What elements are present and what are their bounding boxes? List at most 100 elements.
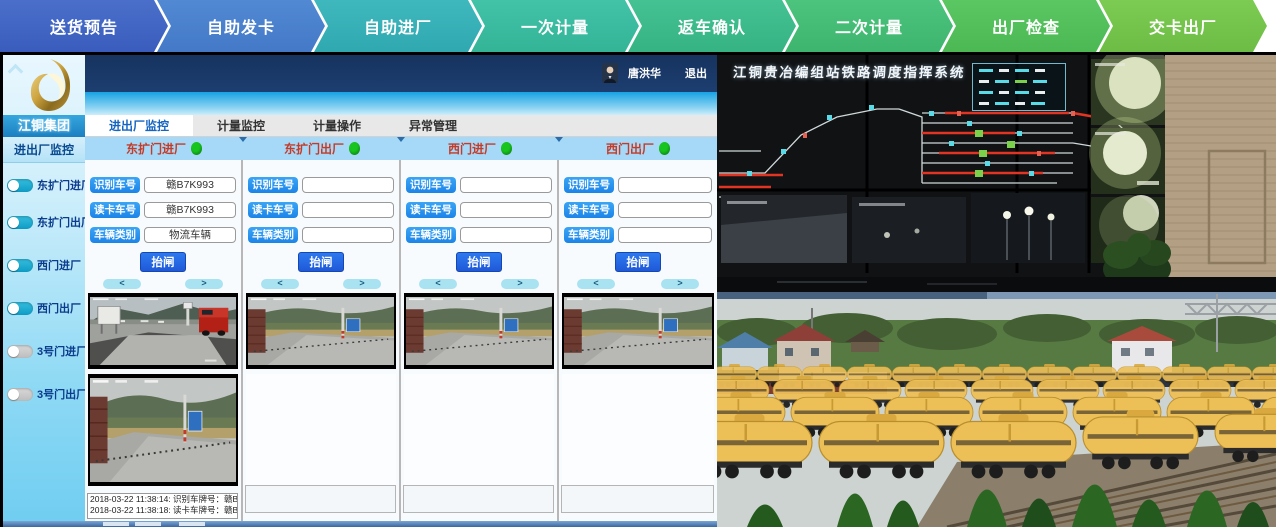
sidebar-item-east-ext-in: 东扩门进厂 [7, 175, 85, 195]
prev-button[interactable]: < [419, 279, 457, 289]
recognized-plate-input[interactable] [460, 177, 552, 193]
company-name: 江铜集团 [3, 115, 85, 137]
field-row: 车辆类别 [406, 227, 552, 243]
user-box: 唐洪华 退出 [602, 62, 707, 84]
vehicle-type-label[interactable]: 车辆类别 [406, 227, 456, 243]
field-row: 读卡车号 赣B7K993 [90, 202, 236, 218]
status-indicator [501, 142, 512, 155]
gate-label: 东扩门进厂 [37, 177, 92, 193]
prev-button[interactable]: < [103, 279, 141, 289]
sidebar-item-gate3-in: 3号门进厂 [7, 341, 85, 361]
prev-button[interactable]: < [577, 279, 615, 289]
toggle-switch[interactable] [7, 216, 33, 229]
camera-feed-truck[interactable] [88, 293, 238, 369]
event-log [561, 485, 714, 513]
log-line: 2018-03-22 11:38:18: 读卡车牌号：赣B7K993 [90, 505, 237, 516]
column-title-text: 西门进厂 [448, 140, 496, 157]
process-step-7: 出厂检查 [942, 0, 1110, 52]
field-row: 车辆类别 物流车辆 [90, 227, 236, 243]
camera-nav: < > [401, 279, 557, 289]
recognized-plate-input[interactable]: 赣B7K993 [144, 177, 236, 193]
camera-feed-gate[interactable] [246, 293, 396, 369]
camera-feed-gate[interactable] [404, 293, 554, 369]
taskbar-item[interactable] [103, 522, 129, 526]
next-button[interactable]: > [501, 279, 539, 289]
toggle-switch[interactable] [7, 388, 33, 401]
vehicle-type-input[interactable] [302, 227, 394, 243]
empty-feed-slot [562, 374, 714, 486]
taskbar-strip [3, 521, 717, 527]
column-title: 东扩门进厂 [85, 137, 243, 160]
toggle-switch[interactable] [7, 345, 33, 358]
taskbar-item[interactable] [135, 522, 161, 526]
toggle-switch[interactable] [7, 259, 33, 272]
camera-feed-gate[interactable] [88, 374, 238, 486]
process-step-5: 返车确认 [628, 0, 796, 52]
card-plate-input[interactable]: 赣B7K993 [144, 202, 236, 218]
vehicle-type-input[interactable] [618, 227, 712, 243]
camera-nav: < > [559, 279, 717, 289]
recognized-plate-label[interactable]: 识别车号 [406, 177, 456, 193]
gate-column-west-out: 识别车号 读卡车号 车辆类别 抬闸 [559, 160, 717, 521]
column-title: 西门进厂 [401, 137, 559, 160]
prev-button[interactable]: < [261, 279, 299, 289]
recognized-plate-label[interactable]: 识别车号 [564, 177, 614, 193]
next-button[interactable]: > [343, 279, 381, 289]
process-step-label: 送货预告 [50, 14, 118, 38]
sidebar-menu-header[interactable]: 进出厂监控 [3, 137, 85, 163]
recognized-plate-input[interactable] [618, 177, 712, 193]
card-plate-label[interactable]: 读卡车号 [406, 202, 456, 218]
collapse-chevron-icon[interactable] [9, 63, 21, 75]
recognized-plate-label[interactable]: 识别车号 [248, 177, 298, 193]
process-step-8: 交卡出厂 [1099, 0, 1267, 52]
vehicle-type-input[interactable]: 物流车辆 [144, 227, 236, 243]
field-row: 读卡车号 [248, 202, 394, 218]
process-step-label: 出厂检查 [992, 14, 1060, 38]
field-row: 读卡车号 [564, 202, 712, 218]
process-step-4: 一次计量 [471, 0, 639, 52]
gate-label: 西门出厂 [37, 300, 81, 316]
taskbar-item[interactable] [179, 522, 205, 526]
lift-gate-button[interactable]: 抬闸 [298, 252, 344, 272]
card-plate-label[interactable]: 读卡车号 [248, 202, 298, 218]
process-step-2: 自助发卡 [157, 0, 325, 52]
toggle-switch[interactable] [7, 302, 33, 315]
sidebar-item-gate3-out: 3号门出厂 [7, 384, 85, 404]
tab-gate-monitor[interactable]: 进出厂监控 [85, 115, 193, 136]
lift-gate-button[interactable]: 抬闸 [615, 252, 661, 272]
lift-gate-button[interactable]: 抬闸 [456, 252, 502, 272]
username-text: 唐洪华 [628, 65, 661, 81]
field-row: 识别车号 [248, 177, 394, 193]
field-row: 车辆类别 [248, 227, 394, 243]
tab-exception-mgmt[interactable]: 异常管理 [385, 115, 481, 136]
camera-feed-gate[interactable] [562, 293, 714, 369]
column-title: 东扩门出厂 [243, 137, 401, 160]
tab-weigh-operate[interactable]: 计量操作 [289, 115, 385, 136]
next-button[interactable]: > [185, 279, 223, 289]
tab-weigh-monitor[interactable]: 计量监控 [193, 115, 289, 136]
process-banner: 送货预告 自助发卡 自助进厂 一次计量 返车确认 二次计量 出厂检查 交卡出厂 [0, 0, 1276, 52]
vehicle-type-label[interactable]: 车辆类别 [90, 227, 140, 243]
process-step-label: 二次计量 [835, 14, 903, 38]
card-plate-input[interactable] [460, 202, 552, 218]
recognized-plate-input[interactable] [302, 177, 394, 193]
next-button[interactable]: > [661, 279, 699, 289]
card-plate-label[interactable]: 读卡车号 [564, 202, 614, 218]
toggle-switch[interactable] [7, 179, 33, 192]
main-panel: 唐洪华 退出 进出厂监控 计量监控 计量操作 异常管理 东扩门进厂 东扩门出厂 [85, 55, 717, 527]
card-plate-input[interactable] [302, 202, 394, 218]
vehicle-type-label[interactable]: 车辆类别 [564, 227, 614, 243]
field-row: 识别车号 赣B7K993 [90, 177, 236, 193]
user-avatar-icon [602, 63, 618, 83]
gate-label: 3号门进厂 [37, 343, 87, 359]
card-plate-label[interactable]: 读卡车号 [90, 202, 140, 218]
logout-button[interactable]: 退出 [685, 65, 707, 81]
lift-gate-button[interactable]: 抬闸 [140, 252, 186, 272]
vehicle-type-label[interactable]: 车辆类别 [248, 227, 298, 243]
vehicle-type-input[interactable] [460, 227, 552, 243]
app-window: 江铜集团 进出厂监控 东扩门进厂 东扩门出厂 西门进厂 西门出厂 3号门 [3, 55, 717, 527]
card-plate-input[interactable] [618, 202, 712, 218]
sidebar-item-east-ext-out: 东扩门出厂 [7, 212, 85, 232]
recognized-plate-label[interactable]: 识别车号 [90, 177, 140, 193]
status-indicator [659, 142, 670, 155]
